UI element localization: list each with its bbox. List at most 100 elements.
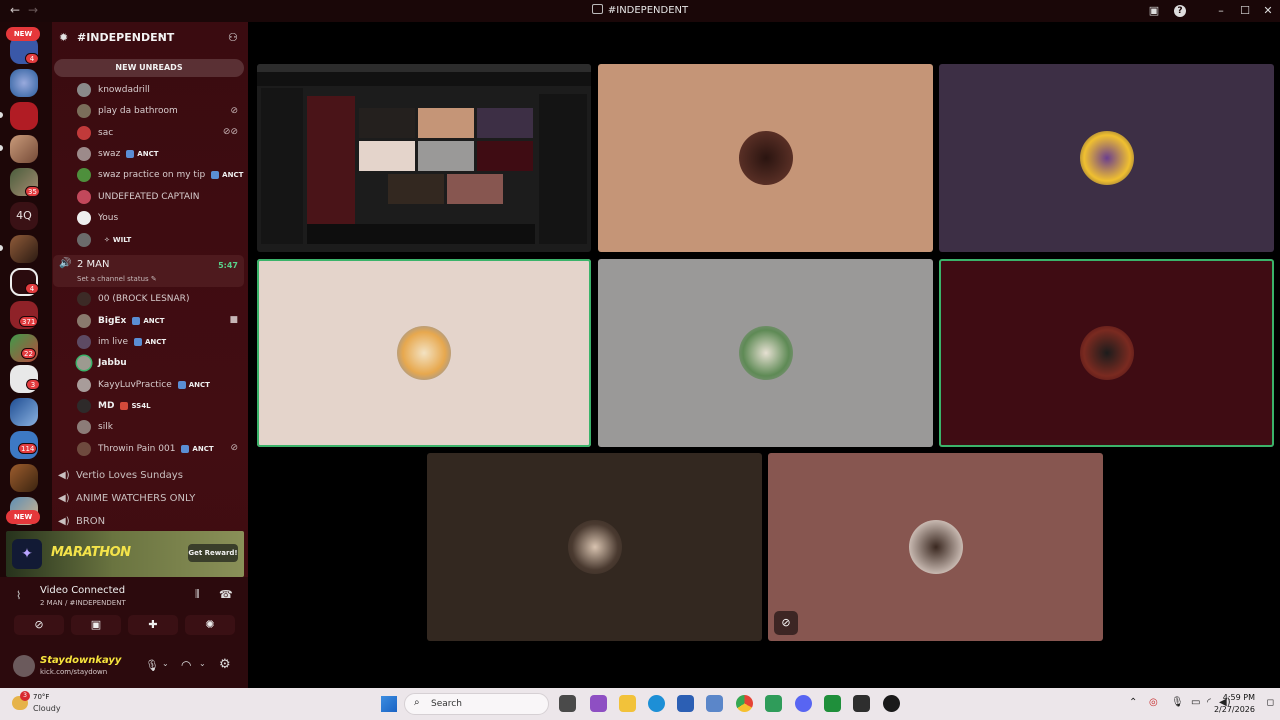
voice-user[interactable]: play da bathroom	[77, 101, 178, 120]
voice-user[interactable]: sac	[77, 123, 113, 142]
voice-user[interactable]: im live ANCT	[77, 332, 166, 351]
video-tile[interactable]: ⊘	[768, 453, 1103, 641]
voice-user[interactable]: knowdadrill	[77, 80, 150, 99]
add-member-icon[interactable]: ⚇	[228, 31, 238, 44]
edge-icon[interactable]	[648, 695, 665, 712]
discord-icon[interactable]	[795, 695, 812, 712]
participant-avatar	[908, 520, 963, 574]
user-name: silk	[98, 421, 113, 432]
microphone-icon[interactable]: 🎙	[1171, 697, 1184, 708]
voice-channel[interactable]: ◀) Vertio Loves Sundays	[58, 465, 183, 485]
minimize-button[interactable]: –	[1212, 2, 1230, 20]
voice-user[interactable]: Jabbu	[77, 353, 127, 372]
nvidia-icon[interactable]	[853, 695, 870, 712]
get-reward-button[interactable]: Get Reward!	[188, 544, 238, 562]
activities-button[interactable]: ✚	[128, 615, 178, 635]
soundboard-button[interactable]: ✺	[185, 615, 235, 635]
voice-user[interactable]: KayyLuvPractice ANCT	[77, 375, 210, 394]
clock-time[interactable]: 4:59 PM	[1223, 693, 1255, 702]
tray-overflow-icon[interactable]: ⌃	[1129, 697, 1137, 708]
settings-gear-icon[interactable]: ⚙	[219, 657, 231, 672]
voice-channel[interactable]: ◀) ANIME WATCHERS ONLY	[58, 488, 195, 508]
voice-user[interactable]: swaz ANCT	[77, 144, 159, 163]
speaker-icon: ◀)	[58, 469, 70, 481]
server-icon[interactable]	[10, 102, 38, 130]
taskbar-search[interactable]: ⌕ Search	[404, 693, 549, 715]
store-icon[interactable]	[677, 695, 694, 712]
microphone-icon[interactable]: 🎙	[145, 659, 159, 672]
xbox-icon[interactable]	[824, 695, 841, 712]
video-tile[interactable]	[598, 259, 933, 447]
server-icon[interactable]	[10, 135, 38, 163]
server-icon[interactable]	[10, 69, 38, 97]
user-name: swaz practice on my tip	[98, 169, 206, 180]
voice-user[interactable]: MD SS4L	[77, 396, 151, 415]
new-badge: NEW	[6, 27, 40, 41]
chevron-down-icon[interactable]: ⌄	[162, 659, 169, 668]
screen-share-tile[interactable]	[257, 64, 591, 252]
voice-user[interactable]: UNDEFEATED CAPTAIN	[77, 187, 199, 206]
display-icon[interactable]: ▭	[1191, 697, 1200, 708]
notification-icon[interactable]: ◻	[1267, 698, 1274, 708]
voice-user[interactable]: ✧ WILT	[77, 230, 131, 249]
voice-user[interactable]: Yous	[77, 208, 118, 227]
video-tile[interactable]	[939, 259, 1274, 447]
wifi-icon[interactable]: ◜	[1207, 697, 1211, 708]
server-icon[interactable]	[10, 398, 38, 426]
video-tile[interactable]	[257, 259, 591, 447]
camera-off-icon: ⊘	[34, 618, 44, 631]
chrome-icon[interactable]	[736, 695, 753, 712]
help-icon[interactable]: ?	[1174, 5, 1186, 17]
video-tile[interactable]	[427, 453, 762, 641]
voice-user[interactable]: 00 (BROCK LESNAR)	[77, 289, 189, 308]
server-icon-4q[interactable]: 4Q	[10, 202, 38, 230]
new-unreads-bar[interactable]: NEW UNREADS	[54, 59, 244, 77]
noise-suppression-icon[interactable]: ⫼	[195, 589, 200, 600]
video-tile[interactable]	[598, 64, 933, 252]
outlook-icon[interactable]	[706, 695, 723, 712]
user-name: sac	[98, 127, 114, 138]
server-icon[interactable]	[10, 464, 38, 492]
voice-user[interactable]: Throwin Pain 001 ANCT	[77, 439, 214, 458]
voice-channel[interactable]: ◀) BRON	[58, 511, 105, 531]
disconnect-icon[interactable]: ☎	[219, 588, 233, 601]
windows-start-icon[interactable]	[381, 696, 397, 712]
voice-channel-name: BRON	[76, 515, 106, 527]
voice-user[interactable]: silk	[77, 417, 113, 436]
camera-off-button[interactable]: ⊘	[14, 615, 64, 635]
signal-icon[interactable]: ⌇	[16, 589, 21, 602]
inbox-icon[interactable]: ▣	[1145, 2, 1163, 20]
user-name: Yous	[98, 212, 119, 223]
avatar	[77, 82, 91, 97]
clock-date[interactable]: 2/27/2026	[1214, 705, 1255, 714]
active-voice-channel[interactable]: 🔊 2 MAN 5:47 Set a channel status ✎	[53, 255, 244, 287]
voice-user[interactable]: swaz practice on my tip ANCT	[77, 165, 243, 184]
stream-mini-tile	[477, 108, 533, 138]
channel-status[interactable]: Set a channel status ✎	[77, 275, 157, 283]
search-icon: ⌕	[414, 697, 420, 708]
tray-app-icon[interactable]: ◎	[1149, 697, 1158, 708]
obs-icon[interactable]	[883, 695, 900, 712]
chevron-down-icon[interactable]: ⌄	[199, 659, 206, 668]
close-button[interactable]: ✕	[1259, 2, 1277, 20]
channel-status-text: Set a channel status	[77, 275, 149, 283]
tag-icon	[134, 337, 142, 346]
server-header[interactable]: ✹ #INDEPENDENT ⌄ ⚇	[52, 28, 248, 48]
weather-badge: 3	[20, 691, 30, 701]
headphones-icon[interactable]: ◠	[181, 658, 191, 672]
maximize-button[interactable]: ☐	[1236, 2, 1254, 20]
video-tile[interactable]	[939, 64, 1274, 252]
user-avatar[interactable]	[13, 655, 35, 677]
promo-banner[interactable]: ✦ MARATHON Get Reward!	[6, 531, 244, 577]
screen-share-button[interactable]: ▣	[71, 615, 121, 635]
tag-label: SS4L	[131, 401, 151, 410]
app-icon[interactable]	[765, 695, 782, 712]
weather-temperature[interactable]: 70°F	[33, 693, 49, 701]
task-view-icon[interactable]	[559, 695, 576, 712]
avatar	[77, 125, 91, 140]
file-explorer-icon[interactable]	[619, 695, 636, 712]
voice-status-sub[interactable]: 2 MAN / #INDEPENDENT	[40, 599, 126, 607]
copilot-icon[interactable]	[590, 695, 607, 712]
voice-user[interactable]: BigEx ANCT	[77, 311, 165, 330]
server-icon[interactable]	[10, 235, 38, 263]
